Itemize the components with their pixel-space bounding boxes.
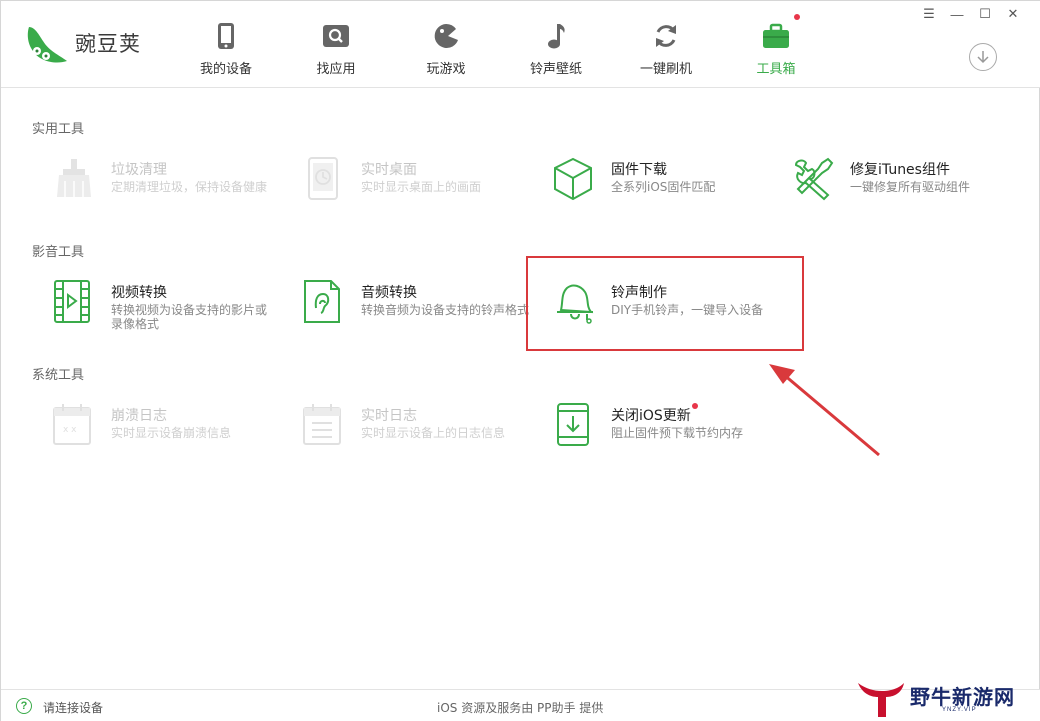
tool-crash-log[interactable]: x x 崩溃日志 实时显示设备崩溃信息 <box>53 403 293 453</box>
nav-label: 玩游戏 <box>426 62 466 77</box>
tool-description: 全系列iOS固件匹配 <box>611 180 716 194</box>
notification-badge <box>692 403 698 409</box>
nav-label: 我的设备 <box>199 62 252 77</box>
help-question-icon[interactable]: ? <box>16 698 32 714</box>
nav-find-apps[interactable]: 找应用 <box>281 1 391 88</box>
nav-one-click-flash[interactable]: 一键刷机 <box>611 1 721 88</box>
tool-video-convert[interactable]: 视频转换 转换视频为设备支持的影片或录像格式 <box>53 280 293 331</box>
window-controls: ☰ — ☐ ✕ <box>915 5 1027 23</box>
section-title-utilities: 实用工具 <box>32 122 85 137</box>
section-title-system: 系统工具 <box>32 368 85 383</box>
audio-file-icon <box>304 280 340 323</box>
phone-download-icon <box>557 403 589 446</box>
game-icon <box>431 21 461 51</box>
tool-name: 崩溃日志 <box>111 408 167 424</box>
nav-label: 一键刷机 <box>639 62 692 77</box>
watermark-text: 野牛新游网 <box>910 685 1015 709</box>
tool-name: 关闭iOS更新 <box>611 408 691 424</box>
tool-description: 一键修复所有驱动组件 <box>850 180 971 194</box>
maximize-button[interactable]: ☐ <box>971 5 999 23</box>
site-watermark: 野牛新游网 YNZY.VIP <box>856 679 1036 719</box>
close-button[interactable]: ✕ <box>999 5 1027 23</box>
section-title-media: 影音工具 <box>32 245 85 260</box>
notification-badge <box>794 14 800 20</box>
phone-icon <box>211 21 241 51</box>
toolbox-icon <box>761 21 791 51</box>
nav-label: 工具箱 <box>756 62 796 77</box>
tool-junk-cleanup[interactable]: 垃圾清理 定期清理垃圾，保持设备健康 <box>53 157 293 207</box>
pea-pod-logo-icon <box>27 27 67 63</box>
app-window: 豌豆荚 我的设备 找应用 玩游戏 铃声壁纸 一键刷机 工具箱 ☰ — ☐ ✕ 实… <box>0 0 1040 721</box>
tool-disable-ios-update[interactable]: 关闭iOS更新 阻止固件预下载节约内存 <box>553 403 793 453</box>
svg-text:x x: x x <box>63 425 77 435</box>
tool-name: 视频转换 <box>111 285 167 301</box>
bull-horns-logo-icon <box>858 683 904 717</box>
provider-credit: iOS 资源及服务由 PP助手 提供 <box>437 701 604 715</box>
tool-description: 转换视频为设备支持的影片或录像格式 <box>111 303 268 331</box>
music-note-icon <box>541 21 571 51</box>
tool-name: 音频转换 <box>361 285 417 301</box>
tool-name: 实时桌面 <box>361 162 417 178</box>
connection-status[interactable]: 请连接设备 <box>43 699 103 716</box>
nav-label: 铃声壁纸 <box>529 62 582 77</box>
tool-description: 实时显示设备上的日志信息 <box>361 426 506 440</box>
tool-description: 定期清理垃圾，保持设备健康 <box>111 180 268 194</box>
nav-toolbox[interactable]: 工具箱 <box>721 1 831 88</box>
tool-name: 实时日志 <box>361 408 417 424</box>
annotation-highlight-box <box>526 256 804 351</box>
tool-description: 阻止固件预下载节约内存 <box>611 426 744 440</box>
calendar-log-icon <box>303 404 341 445</box>
app-name: 豌豆荚 <box>75 32 141 56</box>
tool-realtime-desktop[interactable]: 实时桌面 实时显示桌面上的画面 <box>303 157 543 207</box>
watermark-subtext: YNZY.VIP <box>942 707 977 713</box>
app-search-icon <box>321 21 351 51</box>
refresh-icon <box>651 21 681 51</box>
wrench-screwdriver-icon <box>794 157 834 201</box>
app-logo[interactable]: 豌豆荚 <box>25 21 141 65</box>
tool-realtime-log[interactable]: 实时日志 实时显示设备上的日志信息 <box>303 403 543 453</box>
minimize-button[interactable]: — <box>943 5 971 23</box>
menu-button[interactable]: ☰ <box>915 5 943 23</box>
tool-description: 转换音频为设备支持的铃声格式 <box>361 303 530 317</box>
nav-play-games[interactable]: 玩游戏 <box>391 1 501 88</box>
nav-ringtones-wallpapers[interactable]: 铃声壁纸 <box>501 1 611 88</box>
download-arrow-icon <box>977 51 989 64</box>
nav-my-device[interactable]: 我的设备 <box>171 1 281 88</box>
tool-name: 固件下载 <box>611 162 667 178</box>
download-manager-button[interactable] <box>969 43 997 71</box>
phone-clock-icon <box>308 157 338 200</box>
tool-name: 垃圾清理 <box>111 162 167 178</box>
main-nav: 我的设备 找应用 玩游戏 铃声壁纸 一键刷机 工具箱 <box>171 1 831 88</box>
film-play-icon <box>54 280 90 323</box>
nav-label: 找应用 <box>316 62 356 77</box>
cube-icon <box>554 157 592 201</box>
calendar-crash-icon: x x <box>53 404 91 445</box>
header: 豌豆荚 我的设备 找应用 玩游戏 铃声壁纸 一键刷机 工具箱 ☰ — ☐ ✕ <box>1 1 1040 88</box>
tool-description: 实时显示桌面上的画面 <box>361 180 482 194</box>
tool-firmware-download[interactable]: 固件下载 全系列iOS固件匹配 <box>553 157 793 207</box>
tool-description: 实时显示设备崩溃信息 <box>111 426 232 440</box>
tool-repair-itunes[interactable]: 修复iTunes组件 一键修复所有驱动组件 <box>792 157 1032 207</box>
broom-icon <box>57 159 91 197</box>
tool-name: 修复iTunes组件 <box>850 162 950 178</box>
tool-audio-convert[interactable]: 音频转换 转换音频为设备支持的铃声格式 <box>303 280 543 330</box>
